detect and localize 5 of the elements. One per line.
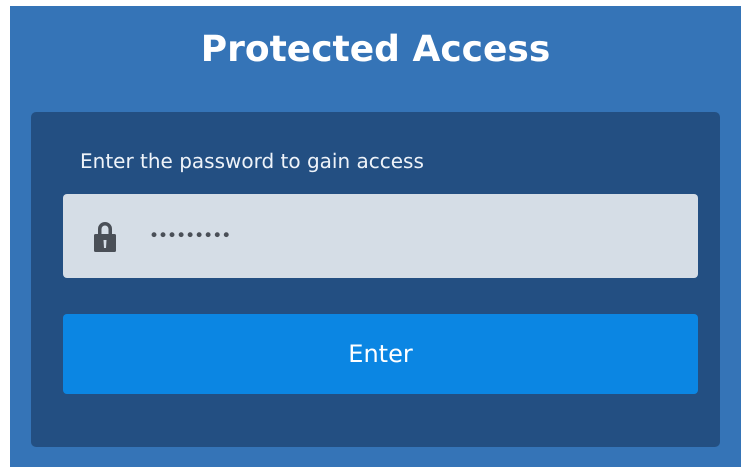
page-title: Protected Access bbox=[200, 28, 550, 72]
prompt-text: Enter the password to gain access bbox=[80, 148, 425, 174]
password-field[interactable]: ••••••••• bbox=[63, 194, 698, 278]
lock-icon bbox=[93, 220, 117, 252]
enter-button[interactable]: Enter bbox=[63, 314, 698, 394]
